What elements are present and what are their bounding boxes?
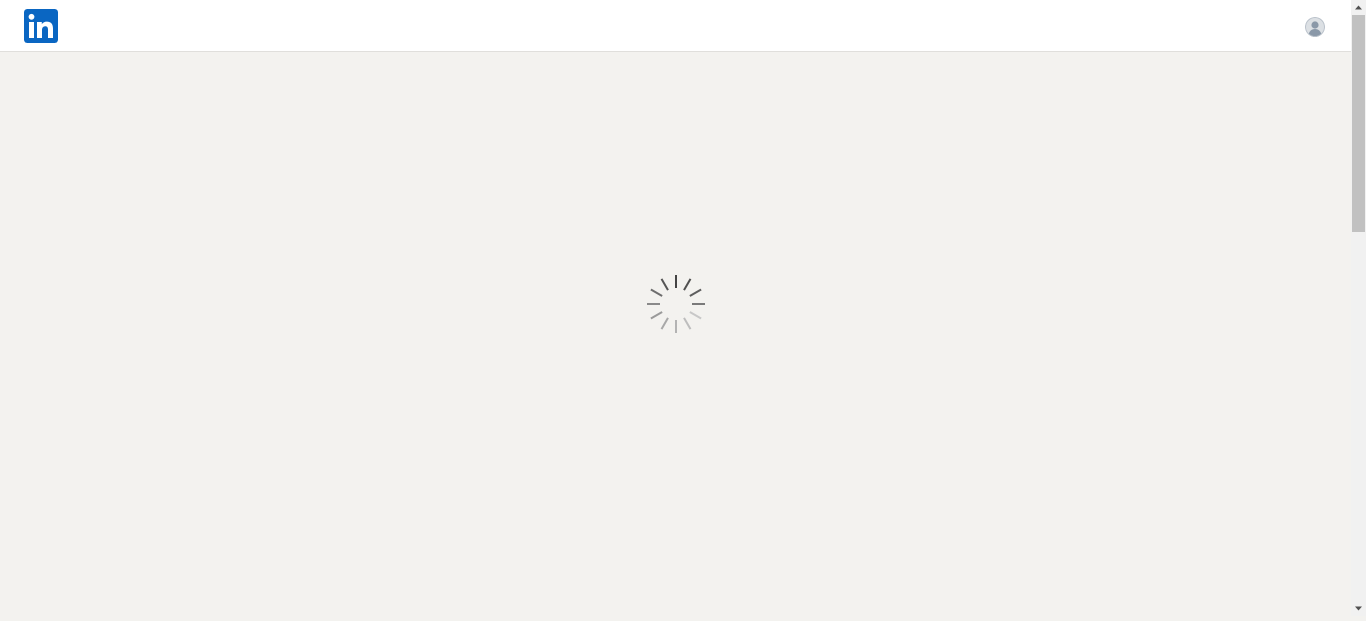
linkedin-logo-icon[interactable] [24, 9, 58, 43]
scroll-up-arrow-icon[interactable] [1351, 0, 1366, 15]
loading-spinner-icon [645, 273, 707, 335]
vertical-scrollbar[interactable] [1351, 0, 1366, 616]
scrollbar-thumb[interactable] [1352, 15, 1365, 232]
scroll-down-arrow-icon[interactable] [1351, 601, 1366, 616]
global-header [0, 0, 1351, 52]
user-avatar-icon[interactable] [1305, 17, 1325, 37]
